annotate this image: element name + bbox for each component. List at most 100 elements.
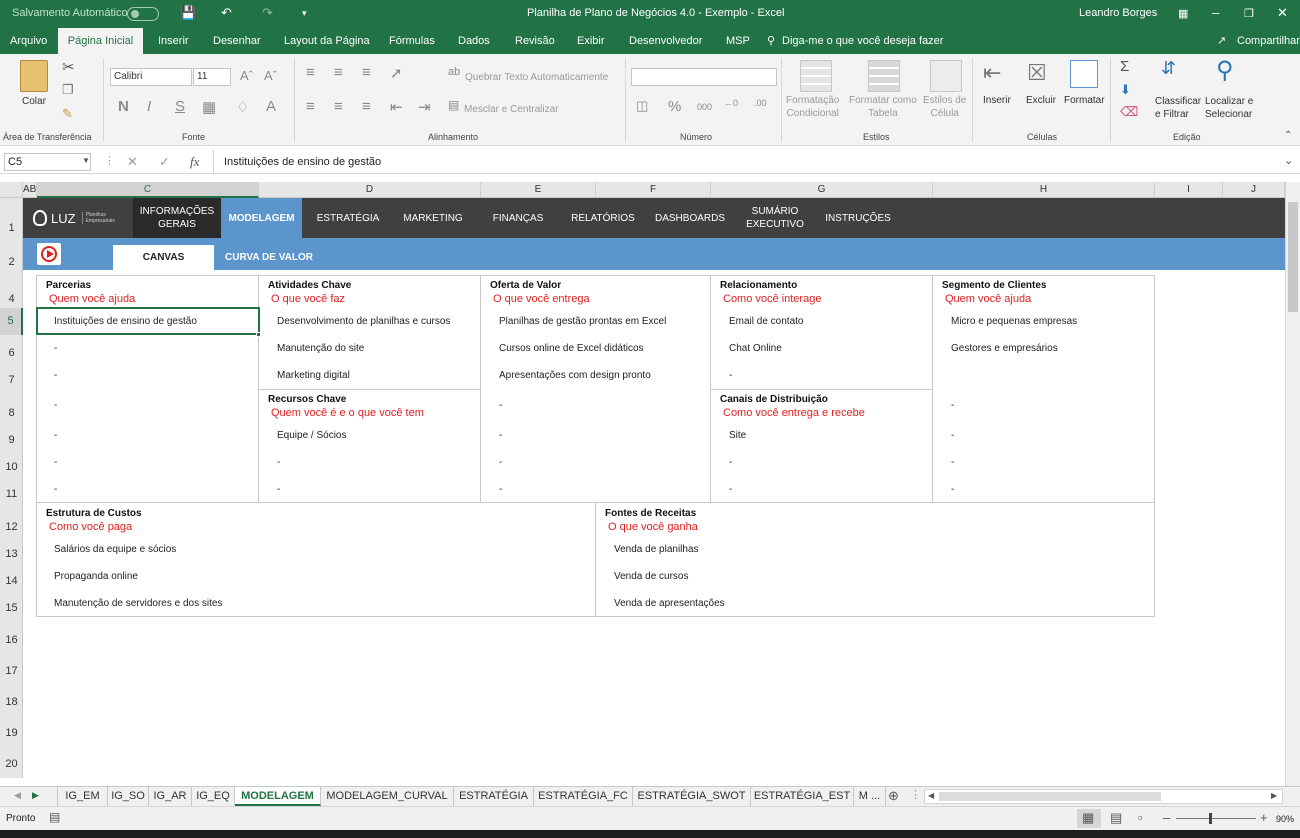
zoom-slider-thumb[interactable] (1209, 813, 1212, 824)
wrap-text-button[interactable]: Quebrar Texto Automaticamente (465, 72, 608, 83)
save-icon[interactable]: 💾 (180, 5, 196, 21)
name-box-dropdown-icon[interactable]: ▼ (82, 156, 90, 165)
find-select-button[interactable]: Localizar e Selecionar (1205, 95, 1253, 121)
italic-button[interactable]: I (147, 98, 151, 115)
autosum-icon[interactable]: Σ (1120, 58, 1129, 75)
merge-center-button[interactable]: Mesclar e Centralizar (464, 104, 558, 115)
zoom-out-icon[interactable]: – (1163, 810, 1170, 825)
increase-indent-icon[interactable]: ⇥ (418, 98, 431, 116)
nav-instrucoes[interactable]: INSTRUÇÕES (818, 198, 898, 238)
decrease-decimal-icon[interactable]: .00 (754, 98, 767, 108)
sheet-tab[interactable]: ESTRATÉGIA_EST (751, 787, 854, 806)
segmento-item[interactable]: Micro e pequenas empresas (951, 316, 1077, 327)
zoom-level[interactable]: 90% (1276, 814, 1294, 824)
column-header[interactable]: E (481, 182, 596, 198)
tab-pagina-inicial[interactable]: Página Inicial (58, 28, 143, 54)
minimize-icon[interactable]: – (1212, 5, 1219, 20)
row-header[interactable]: 12 (0, 521, 23, 533)
nav-financas[interactable]: FINANÇAS (478, 198, 558, 238)
restore-icon[interactable]: ❐ (1244, 7, 1254, 20)
oferta-item[interactable]: - (499, 484, 502, 495)
zoom-in-icon[interactable]: + (1260, 810, 1268, 825)
sheet-tab[interactable]: MODELAGEM_CURVAL (321, 787, 454, 806)
nav-marketing[interactable]: MARKETING (393, 198, 473, 238)
format-table-button[interactable]: Formatar como Tabela (849, 94, 917, 120)
oferta-item[interactable]: - (499, 400, 502, 411)
nav-dashboards[interactable]: DASHBOARDS (650, 198, 730, 238)
page-layout-view-icon[interactable]: ▤ (1110, 810, 1122, 826)
parcerias-item[interactable]: - (54, 343, 57, 354)
recursos-item[interactable]: Equipe / Sócios (277, 430, 347, 441)
delete-cells-icon[interactable]: ☒ (1027, 60, 1047, 86)
share-button[interactable]: Compartilhar (1237, 28, 1300, 54)
add-sheet-icon[interactable]: ⊕ (888, 788, 899, 804)
format-table-icon[interactable] (868, 60, 900, 92)
tell-me-input[interactable]: Diga-me o que você deseja fazer (782, 28, 943, 54)
nav-informacoes-gerais[interactable]: INFORMAÇÕES GERAIS (133, 198, 221, 238)
oferta-item[interactable]: Apresentações com design pronto (499, 370, 651, 381)
row-header[interactable]: 19 (0, 727, 23, 739)
font-shrink-icon[interactable]: Aˇ (264, 68, 277, 83)
user-name[interactable]: Leandro Borges (1079, 7, 1157, 19)
expand-formula-icon[interactable]: ⌄ (1284, 154, 1293, 167)
row-header[interactable]: 5 (0, 308, 23, 335)
sheet-tab-active[interactable]: MODELAGEM (235, 787, 321, 806)
receitas-item[interactable]: Venda de apresentações (614, 598, 725, 609)
row-header[interactable]: 14 (0, 575, 23, 587)
sheet-tab[interactable]: IG_EQ (192, 787, 235, 806)
font-size-select[interactable]: 11 (193, 68, 231, 86)
video-play-button[interactable] (37, 243, 61, 265)
receitas-item[interactable]: Venda de cursos (614, 571, 689, 582)
sheet-tab[interactable]: ESTRATÉGIA_SWOT (633, 787, 751, 806)
column-header[interactable]: F (596, 182, 711, 198)
scroll-right-icon[interactable]: ▶ (1271, 791, 1277, 800)
segmento-item[interactable]: - (951, 484, 954, 495)
parcerias-item[interactable]: - (54, 484, 57, 495)
decrease-indent-icon[interactable]: ⇤ (390, 98, 403, 116)
find-icon[interactable]: ⚲ (1216, 56, 1234, 85)
segmento-item[interactable]: - (951, 430, 954, 441)
column-header[interactable]: AB (23, 182, 37, 198)
row-header[interactable]: 2 (0, 256, 23, 268)
oferta-item[interactable]: - (499, 457, 502, 468)
row-header[interactable]: 18 (0, 696, 23, 708)
segmento-item[interactable]: Gestores e empresários (951, 343, 1058, 354)
name-box[interactable]: C5 (4, 153, 91, 171)
vertical-scrollbar[interactable] (1285, 182, 1300, 786)
row-header[interactable]: 9 (0, 434, 23, 446)
sort-filter-button[interactable]: Classificar e Filtrar (1155, 95, 1201, 121)
custos-item[interactable]: Manutenção de servidores e dos sites (54, 598, 222, 609)
orientation-icon[interactable]: ➚ (390, 64, 403, 82)
row-header[interactable]: 4 (0, 293, 23, 305)
quick-access-menu-icon[interactable]: ▾ (302, 8, 307, 19)
number-format-select[interactable] (631, 68, 777, 86)
collapse-ribbon-icon[interactable]: ⌃ (1284, 130, 1292, 141)
oferta-item[interactable]: Planilhas de gestão prontas em Excel (499, 316, 666, 327)
align-bottom-icon[interactable]: ≡ (362, 64, 371, 81)
column-header[interactable]: D (259, 182, 481, 198)
close-icon[interactable]: ✕ (1277, 5, 1288, 21)
row-header[interactable]: 20 (0, 758, 23, 770)
format-painter-icon[interactable]: ✎ (62, 106, 73, 122)
macro-record-icon[interactable]: ▤ (49, 810, 60, 824)
atividades-item[interactable]: Desenvolvimento de planilhas e cursos (277, 316, 450, 327)
receitas-item[interactable]: Venda de planilhas (614, 544, 699, 555)
nav-estrategia[interactable]: ESTRATÉGIA (308, 198, 388, 238)
row-header[interactable]: 11 (0, 488, 23, 500)
align-middle-icon[interactable]: ≡ (334, 64, 343, 81)
sheet-tab[interactable]: ESTRATÉGIA_FC (534, 787, 633, 806)
subtab-curva-de-valor[interactable]: CURVA DE VALOR (225, 245, 313, 270)
cut-icon[interactable]: ✂ (62, 58, 75, 76)
column-header[interactable]: J (1223, 182, 1285, 198)
recursos-item[interactable]: - (277, 484, 280, 495)
tab-msp[interactable]: MSP (726, 28, 750, 54)
enter-icon[interactable]: ✓ (159, 154, 170, 170)
tab-formulas[interactable]: Fórmulas (389, 28, 435, 54)
undo-icon[interactable]: ↶ (221, 5, 232, 21)
tab-dados[interactable]: Dados (458, 28, 490, 54)
relacionamento-item[interactable]: Email de contato (729, 316, 804, 327)
row-header[interactable]: 1 (0, 222, 23, 234)
fill-handle[interactable] (256, 332, 261, 337)
currency-icon[interactable]: ◫ (636, 98, 648, 114)
align-right-icon[interactable]: ≡ (362, 98, 371, 115)
